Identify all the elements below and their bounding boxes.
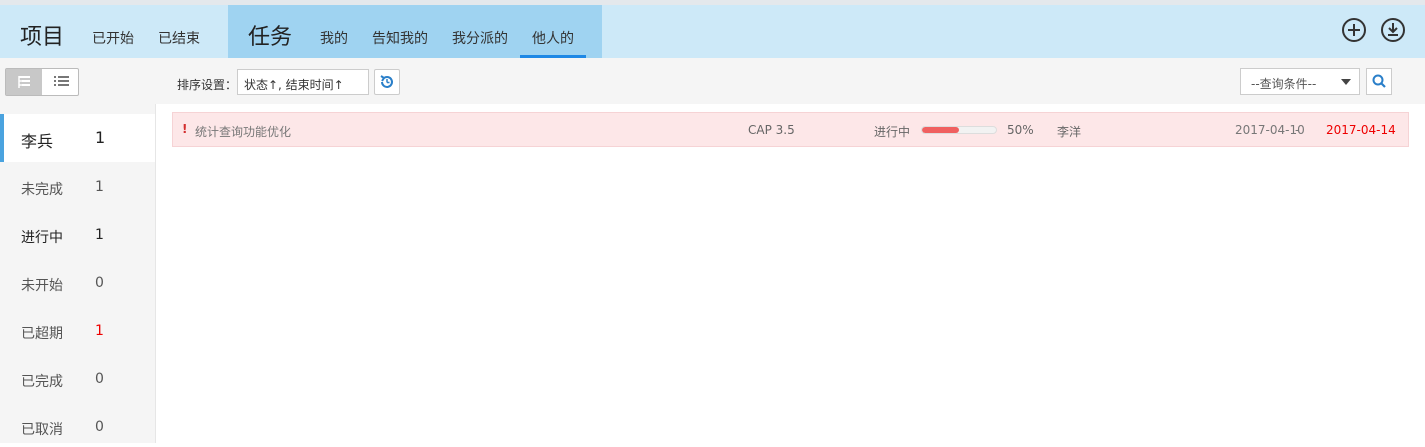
person-name: 李兵 (21, 132, 54, 151)
toolbar: 排序设置： 状态↑, 结束时间↑ --查询条件-- (0, 58, 1425, 104)
sidebar: 李兵 1 未完成 1 进行中 1 未开始 0 已超期 1 已完成 0 已取消 0 (0, 104, 156, 443)
sidebar-item-incomplete[interactable]: 未完成 1 (0, 167, 155, 207)
tab-notified-me[interactable]: 告知我的 (372, 28, 428, 48)
search-icon (1372, 74, 1386, 88)
reset-sort-button[interactable] (374, 69, 400, 95)
list-view-button[interactable] (43, 69, 79, 95)
add-button[interactable] (1342, 18, 1366, 42)
query-conditions-select[interactable]: --查询条件-- (1240, 68, 1360, 95)
list-view-icon (54, 76, 69, 86)
task-section-title: 任务 (248, 25, 293, 50)
overdue-flag-icon: ! (182, 122, 188, 136)
nav-project-ended[interactable]: 已结束 (158, 28, 200, 48)
sidebar-item-label: 已超期 (21, 326, 63, 342)
refresh-icon (380, 75, 393, 88)
sidebar-item-not-started[interactable]: 未开始 0 (0, 263, 155, 303)
sidebar-item-count: 0 (95, 419, 104, 435)
sidebar-item-label: 未开始 (21, 278, 63, 294)
tree-view-icon (18, 76, 30, 88)
chevron-down-icon (1341, 79, 1351, 85)
task-title[interactable]: 统计查询功能优化 (195, 123, 291, 140)
sidebar-item-overdue[interactable]: 已超期 1 (0, 311, 155, 351)
sort-setting-input[interactable]: 状态↑, 结束时间↑ (237, 69, 369, 95)
task-progress-fill (922, 127, 959, 133)
sidebar-item-count: 1 (95, 323, 104, 339)
sort-label: 排序设置： (177, 78, 238, 92)
query-select-value: --查询条件-- (1251, 77, 1317, 91)
person-count: 1 (95, 128, 106, 147)
header-bar: 项目 已开始 已结束 任务 我的 告知我的 我分派的 他人的 (0, 5, 1425, 58)
download-circle-icon (1388, 23, 1398, 36)
download-button[interactable] (1381, 18, 1405, 42)
task-project: CAP 3.5 (748, 123, 795, 137)
sidebar-item-cancelled[interactable]: 已取消 0 (0, 407, 155, 447)
tab-my-tasks[interactable]: 我的 (320, 28, 348, 48)
task-row[interactable]: ! 统计查询功能优化 CAP 3.5 进行中 50% 李洋 2017-04-10… (172, 112, 1409, 147)
sidebar-item-in-progress[interactable]: 进行中 1 (0, 215, 155, 255)
tree-view-button[interactable] (6, 69, 42, 95)
tab-others[interactable]: 他人的 (532, 28, 574, 48)
sidebar-item-count: 1 (95, 227, 104, 243)
task-progress-text: 50% (1007, 123, 1034, 137)
nav-project-started[interactable]: 已开始 (92, 28, 134, 48)
tab-assigned-by-me[interactable]: 我分派的 (452, 28, 508, 48)
sidebar-person[interactable]: 李兵 1 (0, 114, 155, 162)
sidebar-item-label: 未完成 (21, 182, 63, 198)
task-progress-bar (921, 126, 997, 134)
search-button[interactable] (1366, 68, 1392, 95)
sidebar-item-label: 进行中 (21, 230, 63, 246)
plus-circle-icon (1348, 24, 1360, 36)
sidebar-item-label: 已取消 (21, 422, 63, 438)
task-status: 进行中 (874, 125, 911, 139)
sidebar-item-count: 0 (95, 275, 104, 291)
sidebar-item-count: 1 (95, 179, 104, 195)
sidebar-item-count: 0 (95, 371, 104, 387)
date-separator: - (1295, 123, 1300, 137)
task-end-date: 2017-04-14 (1326, 123, 1396, 137)
view-toggle (5, 68, 79, 96)
sidebar-item-completed[interactable]: 已完成 0 (0, 359, 155, 399)
project-section-title: 项目 (20, 25, 65, 50)
task-owner: 李洋 (1057, 125, 1082, 139)
sidebar-item-label: 已完成 (21, 374, 63, 390)
